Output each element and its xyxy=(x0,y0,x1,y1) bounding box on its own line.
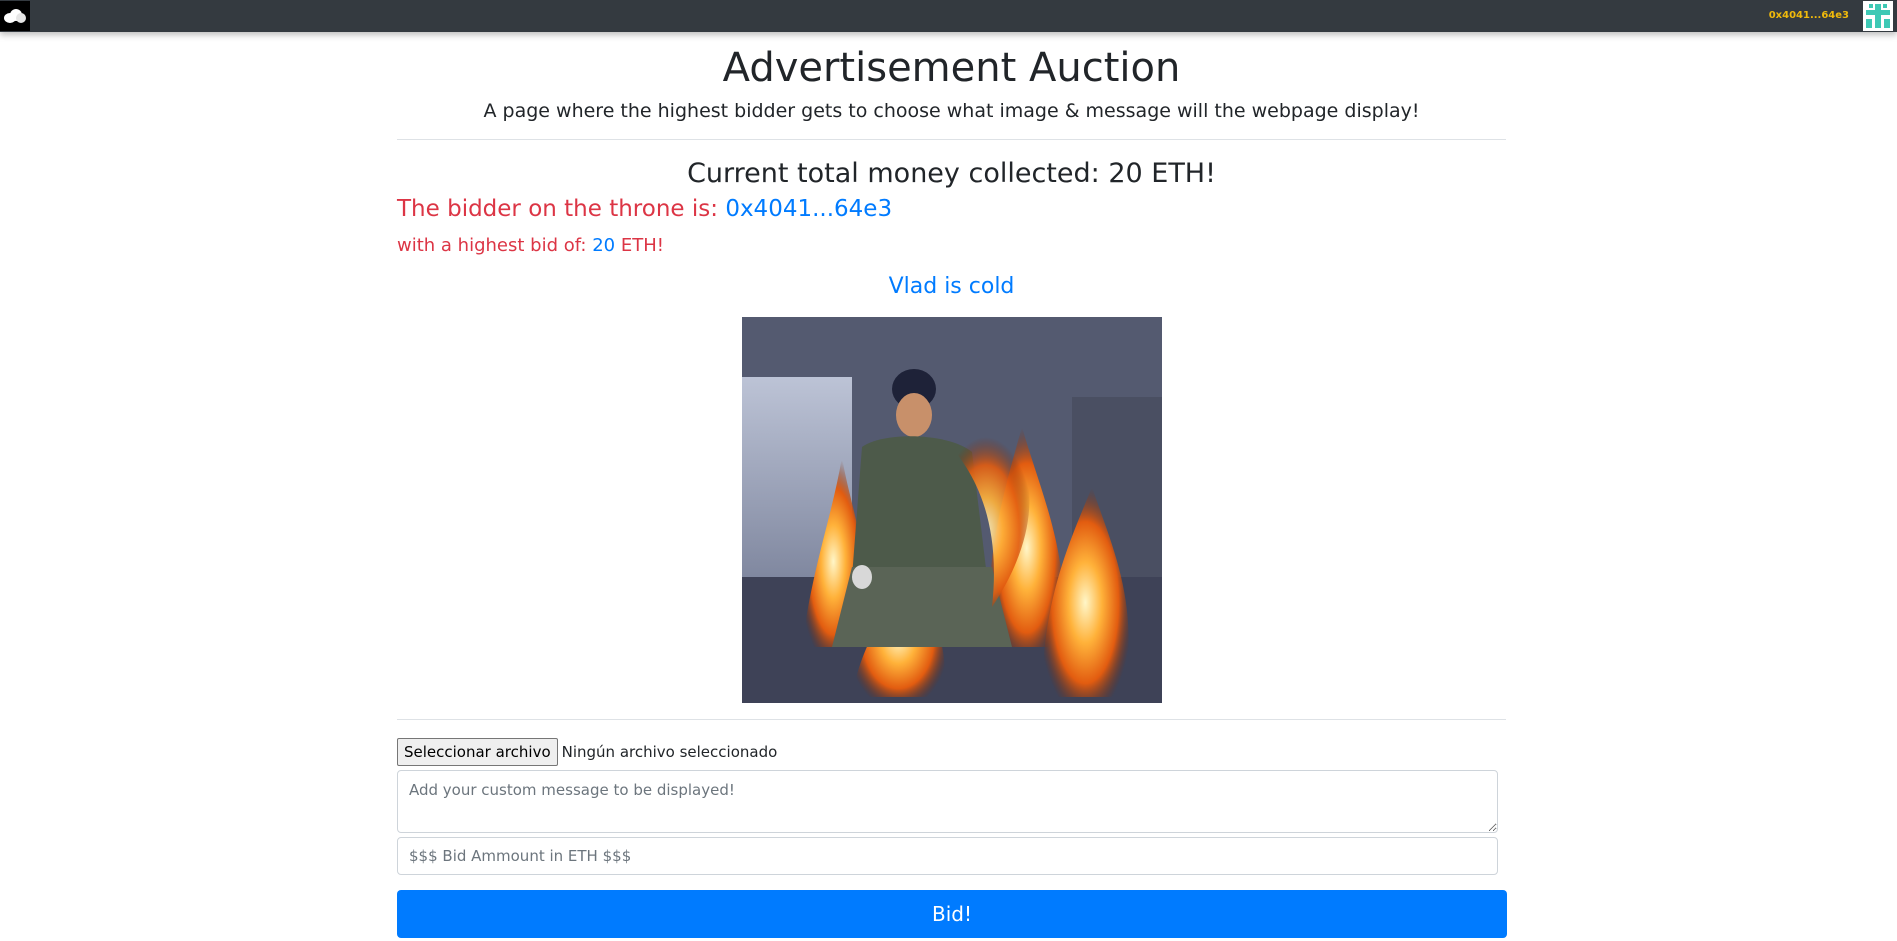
throne-address: 0x4041...64e3 xyxy=(725,196,893,222)
custom-message-input[interactable] xyxy=(397,770,1498,833)
highest-bid-label: with a highest bid of: xyxy=(397,235,587,256)
cloud-logo-icon[interactable] xyxy=(0,1,30,31)
page-title: Advertisement Auction xyxy=(722,45,1181,91)
throne-label: The bidder on the throne is: xyxy=(397,196,718,222)
navbar: 0x4041...64e3 xyxy=(0,0,1897,32)
throne-line: The bidder on the throne is: 0x4041...64… xyxy=(397,196,892,222)
ad-message: Vlad is cold xyxy=(888,274,1015,299)
choose-file-button[interactable]: Seleccionar archivo xyxy=(397,738,558,766)
highest-bid-line: with a highest bid of: 20 ETH! xyxy=(397,235,664,256)
file-upload: Seleccionar archivo Ningún archivo selec… xyxy=(397,737,777,767)
ad-image xyxy=(742,317,1162,703)
account-address[interactable]: 0x4041...64e3 xyxy=(1769,10,1849,21)
divider xyxy=(397,139,1506,140)
highest-bid-unit: ETH! xyxy=(620,235,664,256)
bid-button[interactable]: Bid! xyxy=(397,890,1507,938)
divider xyxy=(397,719,1506,720)
highest-bid-value: 20 xyxy=(592,235,616,256)
bid-amount-input[interactable] xyxy=(397,837,1498,875)
identicon-avatar[interactable] xyxy=(1863,1,1893,31)
total-collected: Current total money collected: 20 ETH! xyxy=(687,158,1216,189)
file-status: Ningún archivo seleccionado xyxy=(561,743,778,761)
page-subtitle: A page where the highest bidder gets to … xyxy=(483,100,1420,122)
